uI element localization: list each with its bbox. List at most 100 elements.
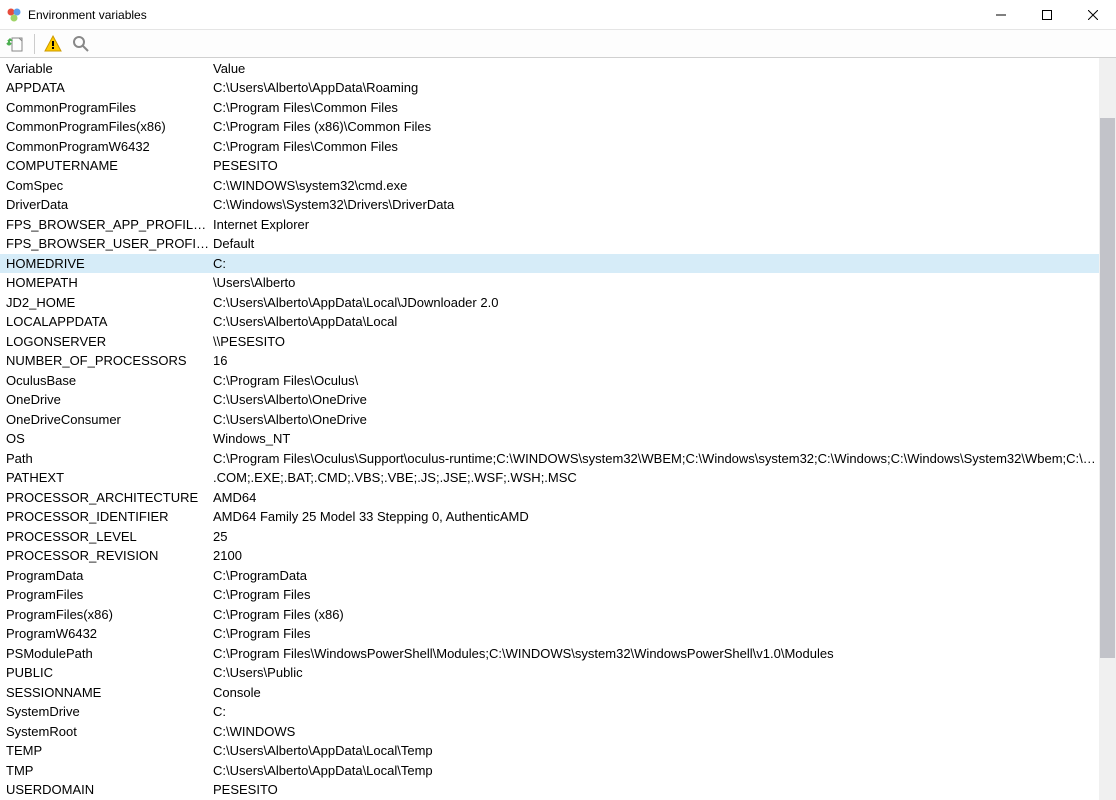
- table-row[interactable]: ProgramDataC:\ProgramData: [0, 566, 1099, 586]
- table-row[interactable]: OneDriveC:\Users\Alberto\OneDrive: [0, 390, 1099, 410]
- table-row[interactable]: APPDATAC:\Users\Alberto\AppData\Roaming: [0, 78, 1099, 98]
- table-row[interactable]: SystemDriveC:: [0, 702, 1099, 722]
- table-row[interactable]: ProgramFilesC:\Program Files: [0, 585, 1099, 605]
- cell-variable: SystemDrive: [0, 704, 213, 719]
- table-row[interactable]: OSWindows_NT: [0, 429, 1099, 449]
- env-var-table[interactable]: Variable Value APPDATAC:\Users\Alberto\A…: [0, 58, 1099, 800]
- cell-value: C:\WINDOWS\system32\cmd.exe: [213, 178, 1099, 193]
- cell-value: C:\Program Files: [213, 587, 1099, 602]
- cell-variable: PATHEXT: [0, 470, 213, 485]
- cell-value: C:\Users\Alberto\AppData\Roaming: [213, 80, 1099, 95]
- close-button[interactable]: [1070, 0, 1116, 29]
- table-row[interactable]: OneDriveConsumerC:\Users\Alberto\OneDriv…: [0, 410, 1099, 430]
- cell-value: C:\Users\Alberto\AppData\Local\Temp: [213, 743, 1099, 758]
- cell-variable: CommonProgramW6432: [0, 139, 213, 154]
- cell-value: 16: [213, 353, 1099, 368]
- cell-variable: PROCESSOR_IDENTIFIER: [0, 509, 213, 524]
- warning-button[interactable]: [41, 32, 65, 56]
- toolbar-separator: [34, 34, 35, 54]
- table-row[interactable]: CommonProgramFilesC:\Program Files\Commo…: [0, 98, 1099, 118]
- table-row[interactable]: COMPUTERNAMEPESESITO: [0, 156, 1099, 176]
- cell-value: C:\Users\Alberto\AppData\Local\JDownload…: [213, 295, 1099, 310]
- cell-value: C:\Program Files: [213, 626, 1099, 641]
- cell-variable: PROCESSOR_REVISION: [0, 548, 213, 563]
- cell-variable: OneDriveConsumer: [0, 412, 213, 427]
- table-row[interactable]: PathC:\Program Files\Oculus\Support\ocul…: [0, 449, 1099, 469]
- header-value[interactable]: Value: [213, 61, 1099, 76]
- cell-variable: ProgramFiles(x86): [0, 607, 213, 622]
- table-row[interactable]: SystemRootC:\WINDOWS: [0, 722, 1099, 742]
- cell-variable: CommonProgramFiles(x86): [0, 119, 213, 134]
- cell-value: Console: [213, 685, 1099, 700]
- scrollbar[interactable]: [1099, 58, 1116, 800]
- search-button[interactable]: [69, 32, 93, 56]
- table-row[interactable]: TMPC:\Users\Alberto\AppData\Local\Temp: [0, 761, 1099, 781]
- table-row[interactable]: PROCESSOR_LEVEL25: [0, 527, 1099, 547]
- cell-value: C:\Program Files\WindowsPowerShell\Modul…: [213, 646, 1099, 661]
- table-row[interactable]: PATHEXT.COM;.EXE;.BAT;.CMD;.VBS;.VBE;.JS…: [0, 468, 1099, 488]
- cell-value: C:\Program Files\Oculus\: [213, 373, 1099, 388]
- cell-value: 2100: [213, 548, 1099, 563]
- cell-variable: ProgramW6432: [0, 626, 213, 641]
- minimize-button[interactable]: [978, 0, 1024, 29]
- import-button[interactable]: [4, 32, 28, 56]
- scrollbar-thumb[interactable]: [1100, 118, 1115, 658]
- cell-variable: COMPUTERNAME: [0, 158, 213, 173]
- cell-value: C:\Users\Alberto\AppData\Local\Temp: [213, 763, 1099, 778]
- cell-value: AMD64: [213, 490, 1099, 505]
- table-row[interactable]: PROCESSOR_REVISION2100: [0, 546, 1099, 566]
- cell-variable: PUBLIC: [0, 665, 213, 680]
- cell-variable: SESSIONNAME: [0, 685, 213, 700]
- table-row[interactable]: LOCALAPPDATAC:\Users\Alberto\AppData\Loc…: [0, 312, 1099, 332]
- table-row[interactable]: DriverDataC:\Windows\System32\Drivers\Dr…: [0, 195, 1099, 215]
- toolbar: [0, 30, 1116, 58]
- table-row[interactable]: OculusBaseC:\Program Files\Oculus\: [0, 371, 1099, 391]
- cell-value: C:\Program Files\Common Files: [213, 100, 1099, 115]
- cell-variable: SystemRoot: [0, 724, 213, 739]
- table-row[interactable]: HOMEPATH\Users\Alberto: [0, 273, 1099, 293]
- cell-value: Default: [213, 236, 1099, 251]
- table-row[interactable]: NUMBER_OF_PROCESSORS16: [0, 351, 1099, 371]
- table-row[interactable]: PSModulePathC:\Program Files\WindowsPowe…: [0, 644, 1099, 664]
- cell-value: C:\Users\Alberto\OneDrive: [213, 412, 1099, 427]
- table-row[interactable]: ComSpecC:\WINDOWS\system32\cmd.exe: [0, 176, 1099, 196]
- titlebar[interactable]: Environment variables: [0, 0, 1116, 30]
- window-title: Environment variables: [28, 8, 978, 22]
- cell-variable: HOMEPATH: [0, 275, 213, 290]
- cell-value: C:\WINDOWS: [213, 724, 1099, 739]
- table-row[interactable]: FPS_BROWSER_APP_PROFILE_STRINGInternet E…: [0, 215, 1099, 235]
- table-row[interactable]: TEMPC:\Users\Alberto\AppData\Local\Temp: [0, 741, 1099, 761]
- table-row[interactable]: PROCESSOR_ARCHITECTUREAMD64: [0, 488, 1099, 508]
- cell-value: C:\Program Files\Oculus\Support\oculus-r…: [213, 451, 1099, 466]
- maximize-button[interactable]: [1024, 0, 1070, 29]
- cell-value: C:\Users\Alberto\OneDrive: [213, 392, 1099, 407]
- table-row[interactable]: PROCESSOR_IDENTIFIERAMD64 Family 25 Mode…: [0, 507, 1099, 527]
- cell-variable: USERDOMAIN: [0, 782, 213, 797]
- table-row[interactable]: CommonProgramW6432C:\Program Files\Commo…: [0, 137, 1099, 157]
- cell-value: C:: [213, 704, 1099, 719]
- cell-variable: NUMBER_OF_PROCESSORS: [0, 353, 213, 368]
- cell-value: C:\Program Files (x86)\Common Files: [213, 119, 1099, 134]
- cell-value: Windows_NT: [213, 431, 1099, 446]
- cell-variable: ProgramData: [0, 568, 213, 583]
- cell-variable: OculusBase: [0, 373, 213, 388]
- cell-variable: FPS_BROWSER_APP_PROFILE_STRING: [0, 217, 213, 232]
- cell-variable: TMP: [0, 763, 213, 778]
- table-row[interactable]: USERDOMAINPESESITO: [0, 780, 1099, 800]
- cell-value: C:\Program Files\Common Files: [213, 139, 1099, 154]
- table-row[interactable]: LOGONSERVER\\PESESITO: [0, 332, 1099, 352]
- table-row[interactable]: HOMEDRIVEC:: [0, 254, 1099, 274]
- table-row[interactable]: PUBLICC:\Users\Public: [0, 663, 1099, 683]
- table-header[interactable]: Variable Value: [0, 58, 1099, 78]
- table-row[interactable]: JD2_HOMEC:\Users\Alberto\AppData\Local\J…: [0, 293, 1099, 313]
- cell-variable: HOMEDRIVE: [0, 256, 213, 271]
- table-row[interactable]: SESSIONNAMEConsole: [0, 683, 1099, 703]
- cell-variable: FPS_BROWSER_USER_PROFILE_STRING: [0, 236, 213, 251]
- cell-variable: CommonProgramFiles: [0, 100, 213, 115]
- table-row[interactable]: ProgramFiles(x86)C:\Program Files (x86): [0, 605, 1099, 625]
- header-variable[interactable]: Variable: [0, 61, 213, 76]
- table-row[interactable]: ProgramW6432C:\Program Files: [0, 624, 1099, 644]
- table-row[interactable]: CommonProgramFiles(x86)C:\Program Files …: [0, 117, 1099, 137]
- table-row[interactable]: FPS_BROWSER_USER_PROFILE_STRINGDefault: [0, 234, 1099, 254]
- cell-variable: OS: [0, 431, 213, 446]
